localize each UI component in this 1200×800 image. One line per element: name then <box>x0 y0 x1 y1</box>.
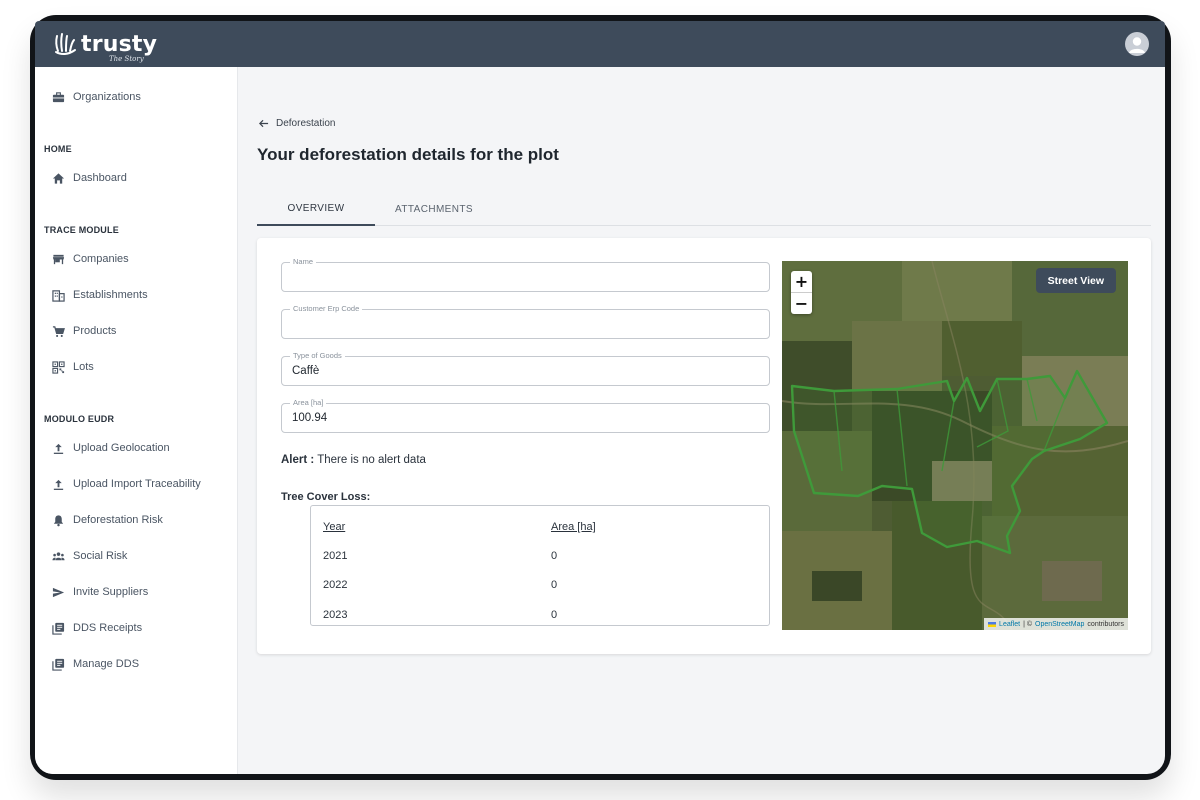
table-cell-year: 2021 <box>323 550 348 562</box>
sidebar-item-dashboard[interactable]: Dashboard <box>52 168 127 188</box>
arrow-back-icon <box>258 119 269 128</box>
sidebar-item-label: Manage DDS <box>73 658 140 670</box>
sidebar-item-upload-geolocation[interactable]: Upload Geolocation <box>52 438 170 458</box>
sidebar-item-label: Deforestation Risk <box>73 514 163 526</box>
name-field-label: Name <box>290 257 317 266</box>
bell-icon <box>53 514 64 526</box>
user-avatar[interactable] <box>1125 32 1149 56</box>
library-books-icon <box>52 622 65 635</box>
table-cell-area: 0 <box>551 550 558 562</box>
zoom-out-button[interactable]: − <box>791 293 812 314</box>
tree-cover-loss-table[interactable]: Year Area [ha] 2021 0 2022 0 2023 0 <box>310 505 770 626</box>
customer-erp-code-label: Customer Erp Code <box>290 304 363 313</box>
details-card: Name Customer Erp Code Type of Goods Caf… <box>257 238 1151 654</box>
sidebar-item-upload-import-traceability[interactable]: Upload Import Traceability <box>52 474 201 494</box>
qr-code-icon <box>52 360 65 374</box>
logo-tagline: The Story <box>109 54 144 63</box>
sidebar-item-products[interactable]: Products <box>52 321 116 341</box>
openstreetmap-link[interactable]: OpenStreetMap <box>1035 621 1084 628</box>
name-field[interactable]: Name <box>281 257 770 292</box>
briefcase-icon <box>52 91 65 102</box>
leaflet-flag-icon <box>988 621 997 627</box>
page-title: Your deforestation details for the plot <box>257 145 559 164</box>
tab-overview[interactable]: OVERVIEW <box>257 193 375 226</box>
sidebar-item-label: Products <box>73 325 117 337</box>
sidebar-item-label: Upload Geolocation <box>73 442 170 454</box>
type-of-goods-label: Type of Goods <box>290 351 345 360</box>
tab-bar: OVERVIEW ATTACHMENTS <box>257 193 1151 226</box>
table-cell-year: 2022 <box>323 579 348 591</box>
main-content: Deforestation Your deforestation details… <box>238 67 1165 774</box>
cart-icon <box>52 325 65 337</box>
upload-icon <box>53 479 64 490</box>
sidebar-item-organizations[interactable]: Organizations <box>52 87 141 107</box>
sidebar-item-label: Social Risk <box>73 550 128 562</box>
type-of-goods-field[interactable]: Type of Goods Caffè <box>281 351 770 386</box>
logo-wordmark: trusty <box>81 31 158 57</box>
sidebar-item-label: DDS Receipts <box>73 622 143 634</box>
sidebar-item-label: Upload Import Traceability <box>73 478 201 490</box>
sidebar-item-label: Companies <box>73 253 129 265</box>
satellite-map[interactable]: + − Street View Leaflet | © OpenStreetMa… <box>782 261 1128 630</box>
sidebar-item-deforestation-risk[interactable]: Deforestation Risk <box>52 510 163 530</box>
sidebar-item-label: Organizations <box>73 91 141 103</box>
sidebar-item-invite-suppliers[interactable]: Invite Suppliers <box>52 582 148 602</box>
library-books-icon <box>52 658 65 671</box>
column-header-year[interactable]: Year <box>323 521 345 533</box>
sidebar-item-dds-receipts[interactable]: DDS Receipts <box>52 618 142 638</box>
sidebar-section-eudr: MODULO EUDR <box>44 414 115 424</box>
user-icon <box>1129 37 1145 53</box>
street-view-button[interactable]: Street View <box>1035 268 1116 293</box>
sidebar-item-label: Establishments <box>73 289 148 301</box>
sidebar-item-label: Invite Suppliers <box>73 586 149 598</box>
sidebar-item-lots[interactable]: Lots <box>52 357 94 377</box>
home-icon <box>52 172 65 184</box>
alert-status: Alert : There is no alert data <box>281 454 426 466</box>
app-screen: trusty The Story Organizations HOME Dash… <box>35 21 1165 774</box>
zoom-control: + − <box>791 271 812 314</box>
alert-text: There is no alert data <box>317 454 426 466</box>
breadcrumb-back[interactable]: Deforestation <box>258 118 335 129</box>
area-field-label: Area [ha] <box>290 398 327 407</box>
group-icon <box>52 551 65 560</box>
sidebar: Organizations HOME Dashboard TRACE MODUL… <box>35 67 238 774</box>
sidebar-item-label: Lots <box>73 361 94 373</box>
satellite-imagery <box>782 261 1128 630</box>
map-attribution: Leaflet | © OpenStreetMap contributors <box>984 618 1128 630</box>
sidebar-item-establishments[interactable]: Establishments <box>52 285 148 305</box>
sidebar-section-trace: TRACE MODULE <box>44 225 119 235</box>
building-icon <box>52 289 65 302</box>
table-cell-year: 2023 <box>323 609 348 621</box>
attribution-contributors: contributors <box>1087 620 1124 628</box>
table-cell-area: 0 <box>551 609 558 621</box>
sidebar-section-home: HOME <box>44 144 72 154</box>
column-header-area[interactable]: Area [ha] <box>551 521 596 533</box>
type-of-goods-value: Caffè <box>292 365 320 377</box>
tab-attachments[interactable]: ATTACHMENTS <box>375 193 493 226</box>
attribution-separator: | © <box>1023 620 1032 628</box>
table-cell-area: 0 <box>551 579 558 591</box>
trusty-logo[interactable]: trusty The Story <box>53 31 158 63</box>
tree-cover-loss-title: Tree Cover Loss: <box>281 491 371 503</box>
send-icon <box>52 587 65 597</box>
breadcrumb-label: Deforestation <box>276 118 336 129</box>
upload-icon <box>53 443 64 454</box>
zoom-in-button[interactable]: + <box>791 271 812 292</box>
alert-label: Alert : <box>281 454 315 466</box>
sidebar-item-social-risk[interactable]: Social Risk <box>52 546 127 566</box>
sidebar-item-label: Dashboard <box>73 172 127 184</box>
area-field[interactable]: Area [ha] 100.94 <box>281 398 770 433</box>
leaflet-link[interactable]: Leaflet <box>999 621 1020 628</box>
customer-erp-code-field[interactable]: Customer Erp Code <box>281 304 770 339</box>
area-field-value: 100.94 <box>292 412 328 424</box>
store-icon <box>52 254 65 264</box>
top-bar: trusty The Story <box>35 21 1165 67</box>
hand-logo-icon <box>55 33 76 56</box>
sidebar-item-companies[interactable]: Companies <box>52 249 129 269</box>
sidebar-item-manage-dds[interactable]: Manage DDS <box>52 654 139 674</box>
